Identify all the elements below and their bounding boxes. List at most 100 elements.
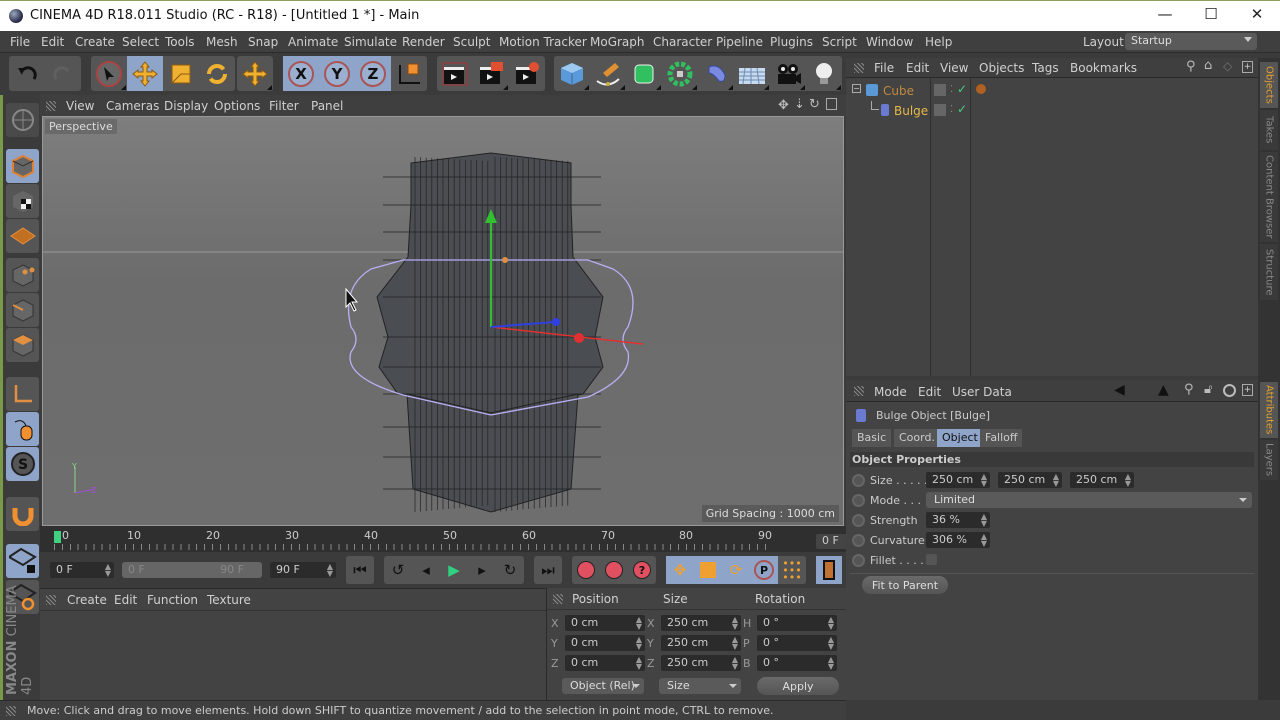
- size-field[interactable]: 250 cm ▲ ▼: [661, 635, 741, 651]
- position-field[interactable]: 0 cm ▲ ▼: [565, 635, 645, 651]
- tab-objects[interactable]: Objects: [1260, 62, 1278, 108]
- workplane-mode-button[interactable]: [6, 219, 39, 253]
- perspective-viewport[interactable]: Perspective Y Z Grid Spacing : 1000 cm: [42, 116, 844, 526]
- timeline-ruler[interactable]: 0 10 20 30 40 50 60 70 80 90 0 F: [40, 526, 882, 552]
- end-frame-field[interactable]: 90 F ▲ ▼: [270, 562, 336, 578]
- material-menu-create[interactable]: Create: [67, 593, 107, 607]
- tab-layers[interactable]: Layers: [1260, 440, 1278, 480]
- attr-menu-user-data[interactable]: User Data: [952, 385, 1012, 399]
- om-menu-file[interactable]: File: [874, 61, 894, 75]
- undo-button[interactable]: [9, 56, 45, 91]
- curvature-field[interactable]: 306 % ▲ ▼: [926, 532, 990, 548]
- points-mode-button[interactable]: [6, 258, 39, 292]
- add-array-button[interactable]: [662, 56, 698, 91]
- new-panel-icon[interactable]: +: [1242, 61, 1253, 73]
- viewport-menu-display[interactable]: Display: [164, 99, 208, 113]
- parameter-key-button[interactable]: P: [750, 556, 778, 584]
- texture-mode-button[interactable]: [6, 184, 39, 218]
- add-cube-button[interactable]: [554, 56, 590, 91]
- menu-tools[interactable]: Tools: [165, 35, 195, 49]
- render-to-picture-viewer-button[interactable]: [473, 56, 509, 91]
- tab-attributes[interactable]: Attributes: [1260, 382, 1278, 438]
- mode-select[interactable]: Limited: [926, 492, 1252, 508]
- object-row-bulge[interactable]: Bulge ⁚ ✓: [846, 101, 1256, 121]
- up-arrow-icon[interactable]: ▲: [1158, 382, 1169, 398]
- z-axis-lock-button[interactable]: Z: [355, 56, 391, 91]
- material-menu-function[interactable]: Function: [147, 593, 198, 607]
- menu-mesh[interactable]: Mesh: [206, 35, 238, 49]
- goto-start-button[interactable]: ⏮: [346, 556, 374, 584]
- position-key-button[interactable]: ✥: [666, 556, 694, 584]
- model-mode-button[interactable]: [6, 149, 39, 183]
- layout-select[interactable]: Startup: [1125, 33, 1257, 50]
- menu-render[interactable]: Render: [402, 35, 445, 49]
- menu-snap[interactable]: Snap: [248, 35, 278, 49]
- goto-end-button[interactable]: ⏭: [534, 556, 562, 584]
- strength-field[interactable]: 36 % ▲ ▼: [926, 512, 990, 528]
- hierarchy-toggle-icon[interactable]: ◇: [1223, 59, 1232, 73]
- menu-file[interactable]: File: [10, 35, 30, 49]
- recent-move-tool-button[interactable]: [237, 56, 273, 91]
- start-frame-field[interactable]: 0 F ▲ ▼: [50, 562, 114, 578]
- viewport-rotate-icon[interactable]: ↻: [809, 97, 820, 112]
- size-z-field[interactable]: 250 cm ▲ ▼: [1070, 472, 1134, 488]
- polygons-mode-button[interactable]: [6, 328, 39, 362]
- size-x-field[interactable]: 250 cm ▲ ▼: [926, 472, 990, 488]
- add-camera-button[interactable]: [770, 56, 806, 91]
- menu-edit[interactable]: Edit: [41, 35, 64, 49]
- editor-visibility-icon[interactable]: [934, 104, 946, 116]
- animate-radio-icon[interactable]: [852, 514, 865, 527]
- menu-plugins[interactable]: Plugins: [770, 35, 813, 49]
- home-icon[interactable]: ⌂: [1204, 58, 1212, 73]
- tab-content-browser[interactable]: Content Browser: [1260, 152, 1278, 242]
- close-button[interactable]: ✕: [1245, 5, 1269, 27]
- render-view-button[interactable]: [437, 56, 473, 91]
- lock-icon[interactable]: 🔓︎: [1204, 382, 1212, 397]
- viewport-menu-panel[interactable]: Panel: [311, 99, 343, 113]
- add-spline-pen-button[interactable]: [590, 56, 626, 91]
- position-field[interactable]: 0 cm ▲ ▼: [565, 655, 645, 671]
- add-deformer-button[interactable]: [698, 56, 734, 91]
- fit-to-parent-button[interactable]: Fit to Parent: [862, 576, 948, 594]
- coordinate-system-button[interactable]: [391, 56, 427, 91]
- size-field[interactable]: 250 cm ▲ ▼: [661, 615, 741, 631]
- collapse-toggle-icon[interactable]: −: [852, 84, 861, 93]
- size-field[interactable]: 250 cm ▲ ▼: [661, 655, 741, 671]
- menu-create[interactable]: Create: [75, 35, 115, 49]
- back-arrow-icon[interactable]: ◀: [1114, 382, 1125, 398]
- animate-radio-icon[interactable]: [852, 534, 865, 547]
- animate-radio-icon[interactable]: [852, 554, 865, 567]
- menu-pipeline[interactable]: Pipeline: [716, 35, 763, 49]
- viewport-menu-filter[interactable]: Filter: [269, 99, 299, 113]
- panel-grip-icon[interactable]: [854, 63, 864, 73]
- panel-grip-icon[interactable]: [46, 595, 56, 605]
- phong-tag-icon[interactable]: [976, 84, 986, 94]
- search-icon[interactable]: ⚲: [1184, 382, 1194, 397]
- add-subdivision-surface-button[interactable]: [626, 56, 662, 91]
- menu-animate[interactable]: Animate: [288, 35, 338, 49]
- tab-coord[interactable]: Coord.: [894, 429, 940, 447]
- enabled-check-icon[interactable]: ✓: [957, 82, 967, 96]
- tab-takes[interactable]: Takes: [1260, 110, 1278, 150]
- menu-character[interactable]: Character: [653, 35, 712, 49]
- material-area[interactable]: [44, 612, 542, 698]
- viewport-menu-cameras[interactable]: Cameras: [106, 99, 159, 113]
- attr-menu-edit[interactable]: Edit: [918, 385, 941, 399]
- rotation-field[interactable]: 0 ° ▲ ▼: [757, 615, 837, 631]
- y-axis-lock-button[interactable]: Y: [319, 56, 355, 91]
- object-name-cube[interactable]: Cube: [883, 84, 914, 98]
- menu-motion-tracker[interactable]: Motion Tracker: [499, 35, 587, 49]
- menu-select[interactable]: Select: [122, 35, 159, 49]
- live-selection-button[interactable]: [91, 56, 127, 91]
- viewport-zoom-icon[interactable]: ⇣: [794, 97, 805, 112]
- snap-button[interactable]: [6, 497, 39, 531]
- render-settings-button[interactable]: [509, 56, 545, 91]
- position-field[interactable]: 0 cm ▲ ▼: [565, 615, 645, 631]
- render-visibility-dots-icon[interactable]: ⁚: [950, 84, 953, 95]
- axis-mode-button[interactable]: [6, 377, 39, 411]
- goto-prev-key-button[interactable]: ↺: [384, 556, 412, 584]
- rotation-field[interactable]: 0 ° ▲ ▼: [757, 635, 837, 651]
- menu-simulate[interactable]: Simulate: [344, 35, 397, 49]
- make-editable-button[interactable]: [6, 103, 39, 137]
- record-keys-button[interactable]: [572, 556, 600, 584]
